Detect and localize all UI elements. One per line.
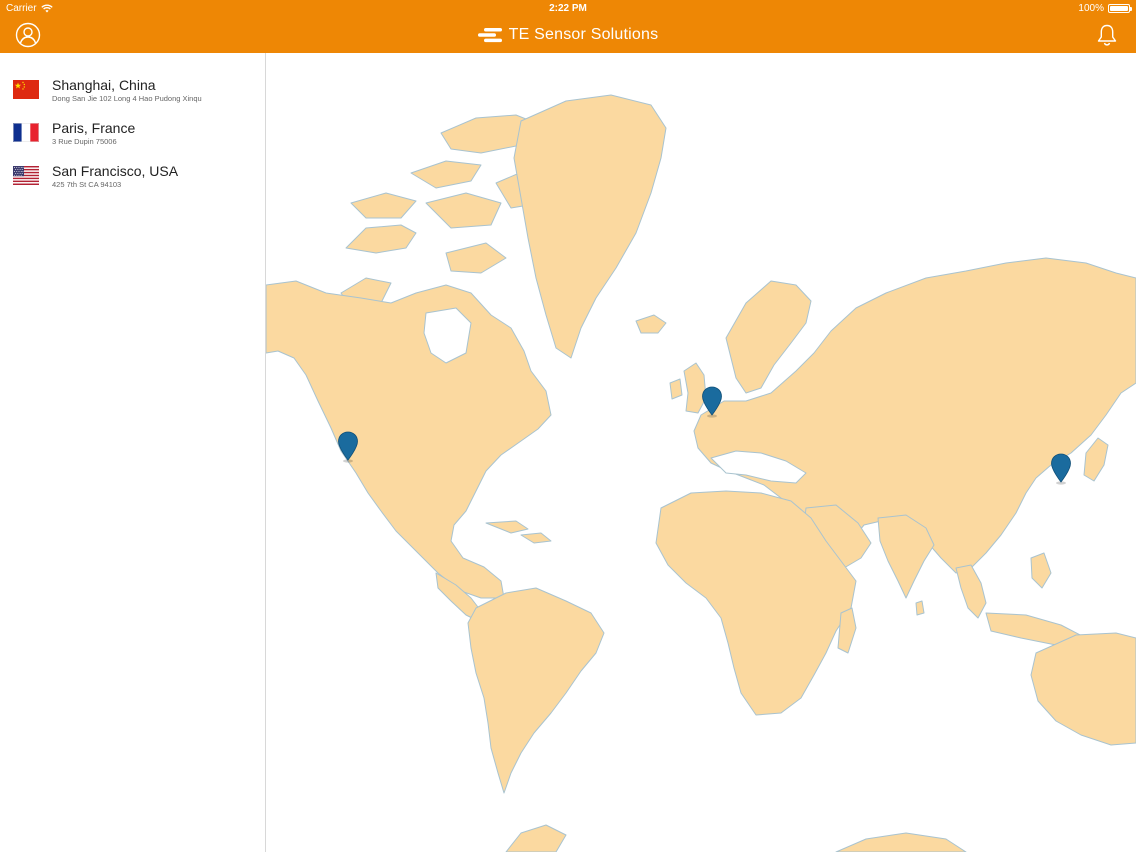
te-logo-icon xyxy=(477,28,502,43)
map-region-japan xyxy=(1083,437,1109,482)
location-name: Shanghai, China xyxy=(52,77,156,93)
status-bar: Carrier 2:22 PM 100% xyxy=(0,0,1136,17)
location-item-san-francisco[interactable]: San Francisco, USA 425 7th St CA 94103 xyxy=(0,139,265,189)
map-region-sri-lanka xyxy=(915,600,925,616)
map-region-southeast-asia xyxy=(955,564,987,619)
map-region-caribbean xyxy=(485,520,529,534)
world-map-land xyxy=(266,94,1136,852)
map-pin-shanghai[interactable] xyxy=(1050,453,1072,485)
status-right: 100% xyxy=(1078,0,1132,17)
map-region-india xyxy=(877,514,935,599)
map-region-arctic-islands xyxy=(345,224,417,254)
app-root: Carrier 2:22 PM 100% TE Sensor Solutions… xyxy=(0,0,1136,852)
battery-percent: 100% xyxy=(1078,3,1104,14)
location-address: 425 7th St CA 94103 xyxy=(52,180,122,189)
map-pin-paris[interactable] xyxy=(701,386,723,418)
location-name: San Francisco, USA xyxy=(52,163,179,179)
battery-fill xyxy=(1110,6,1128,11)
map-region-arctic-islands xyxy=(350,192,417,219)
map-region-caribbean xyxy=(520,532,552,544)
map-region-north-america xyxy=(266,280,552,599)
map-region-philippines xyxy=(1030,552,1052,589)
map-pin-san-francisco[interactable] xyxy=(337,431,359,463)
battery-icon xyxy=(1108,4,1132,13)
page-title: TE Sensor Solutions xyxy=(508,26,659,43)
wifi-icon xyxy=(40,4,53,13)
location-text: San Francisco, USA 425 7th St CA 94103 xyxy=(52,163,178,190)
status-time: 2:22 PM xyxy=(549,3,587,14)
map-region-arctic-islands xyxy=(410,160,482,189)
map-region-madagascar xyxy=(837,607,857,654)
map-region-antarctica xyxy=(505,824,567,852)
map-region-australia xyxy=(1030,632,1136,746)
locations-sidebar: Shanghai, China Dong San Jie 102 Long 4 … xyxy=(0,53,266,852)
map-region-arctic-islands xyxy=(425,192,502,229)
world-map[interactable] xyxy=(266,53,1136,852)
location-item-paris[interactable]: Paris, France 3 Rue Dupin 75006 xyxy=(0,96,265,146)
usa-flag-icon xyxy=(13,166,39,185)
nav-bar: TE Sensor Solutions xyxy=(0,17,1136,53)
header: Carrier 2:22 PM 100% TE Sensor Solutions xyxy=(0,0,1136,53)
profile-button[interactable] xyxy=(15,22,41,48)
title-group: TE Sensor Solutions xyxy=(0,17,1136,53)
location-item-shanghai[interactable]: Shanghai, China Dong San Jie 102 Long 4 … xyxy=(0,53,265,103)
status-left: Carrier xyxy=(6,0,53,17)
location-name: Paris, France xyxy=(52,120,136,136)
carrier-label: Carrier xyxy=(6,3,37,14)
map-region-antarctica xyxy=(835,832,967,852)
bell-icon xyxy=(1097,24,1117,46)
map-region-arctic-islands xyxy=(445,242,507,274)
profile-icon xyxy=(15,22,41,48)
notifications-button[interactable] xyxy=(1095,23,1119,47)
map-region-iceland xyxy=(635,314,667,334)
map-region-south-america xyxy=(467,587,605,794)
map-region-ireland xyxy=(669,378,683,400)
